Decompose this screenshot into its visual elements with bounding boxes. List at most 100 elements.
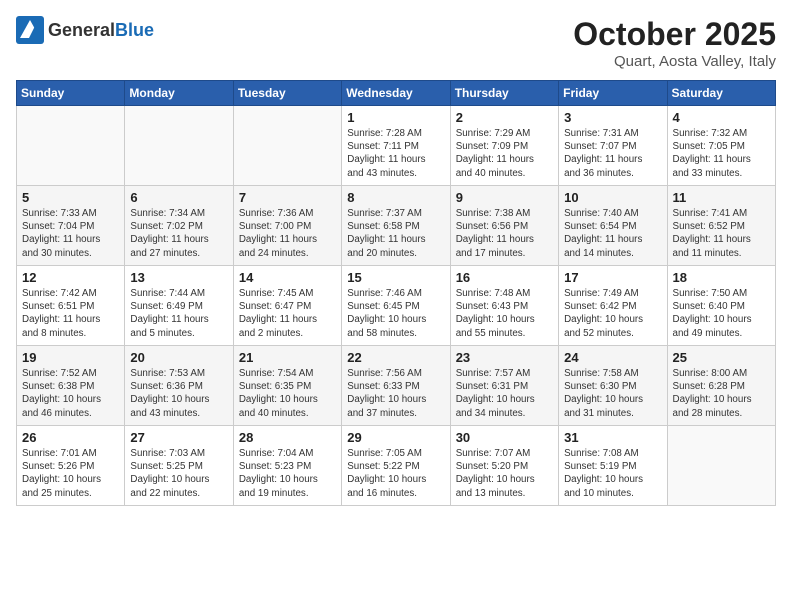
day-info: Sunrise: 7:45 AMSunset: 6:47 PMDaylight:…	[239, 287, 337, 340]
day-info: Sunrise: 7:31 AMSunset: 7:07 PMDaylight:…	[564, 127, 662, 180]
table-row: 10Sunrise: 7:40 AMSunset: 6:54 PMDayligh…	[559, 186, 667, 266]
day-number: 21	[239, 350, 337, 365]
table-row: 14 Sunrise: 7:45 AMSunset: 6:47 PMDayligh…	[233, 266, 341, 346]
table-row: 22 Sunrise: 7:56 AMSunset: 6:33 PMDayligh…	[342, 346, 450, 426]
day-info: Sunrise: 7:57 AMSunset: 6:31 PMDaylight:…	[456, 367, 554, 420]
day-number: 18	[673, 270, 771, 285]
day-info: Sunrise: 7:32 AMSunset: 7:05 PMDaylight:…	[673, 127, 771, 180]
table-row: 3Sunrise: 7:31 AMSunset: 7:07 PMDaylight…	[559, 106, 667, 186]
calendar-week-5: 26 Sunrise: 7:01 AMSunset: 5:26 PMDayligh…	[17, 426, 776, 506]
day-info: Sunrise: 7:44 AMSunset: 6:49 PMDaylight:…	[130, 287, 228, 340]
table-row: 17 Sunrise: 7:49 AMSunset: 6:42 PMDayligh…	[559, 266, 667, 346]
logo-icon	[16, 16, 44, 44]
day-info: Sunrise: 7:01 AMSunset: 5:26 PMDaylight:…	[22, 447, 120, 500]
day-info: Sunrise: 7:49 AMSunset: 6:42 PMDaylight:…	[564, 287, 662, 340]
calendar-week-3: 12Sunrise: 7:42 AMSunset: 6:51 PMDayligh…	[17, 266, 776, 346]
day-info: Sunrise: 7:05 AMSunset: 5:22 PMDaylight:…	[347, 447, 445, 500]
logo-text-general: General	[48, 20, 115, 40]
table-row: 9Sunrise: 7:38 AMSunset: 6:56 PMDaylight…	[450, 186, 558, 266]
day-info: Sunrise: 7:41 AMSunset: 6:52 PMDaylight:…	[673, 207, 771, 260]
title-block: October 2025 Quart, Aosta Valley, Italy	[573, 16, 776, 70]
header-saturday: Saturday	[667, 81, 775, 106]
day-info: Sunrise: 7:29 AMSunset: 7:09 PMDaylight:…	[456, 127, 554, 180]
day-number: 11	[673, 190, 771, 205]
header-sunday: Sunday	[17, 81, 125, 106]
table-row: 8 Sunrise: 7:37 AMSunset: 6:58 PMDaylight…	[342, 186, 450, 266]
day-info: Sunrise: 7:53 AMSunset: 6:36 PMDaylight:…	[130, 367, 228, 420]
table-row: 12Sunrise: 7:42 AMSunset: 6:51 PMDayligh…	[17, 266, 125, 346]
location-subtitle: Quart, Aosta Valley, Italy	[573, 53, 776, 70]
table-row	[667, 426, 775, 506]
table-row: 30 Sunrise: 7:07 AMSunset: 5:20 PMDayligh…	[450, 426, 558, 506]
day-number: 4	[673, 110, 771, 125]
day-number: 2	[456, 110, 554, 125]
table-row: 1 Sunrise: 7:28 AMSunset: 7:11 PMDaylight…	[342, 106, 450, 186]
day-number: 5	[22, 190, 120, 205]
header-wednesday: Wednesday	[342, 81, 450, 106]
day-number: 23	[456, 350, 554, 365]
table-row: 6Sunrise: 7:34 AMSunset: 7:02 PMDaylight…	[125, 186, 233, 266]
day-number: 8	[347, 190, 445, 205]
table-row: 25 Sunrise: 8:00 AMSunset: 6:28 PMDayligh…	[667, 346, 775, 426]
table-row: 27 Sunrise: 7:03 AMSunset: 5:25 PMDayligh…	[125, 426, 233, 506]
day-number: 29	[347, 430, 445, 445]
day-number: 27	[130, 430, 228, 445]
day-number: 22	[347, 350, 445, 365]
calendar-container: GeneralBlue October 2025 Quart, Aosta Va…	[0, 0, 792, 514]
day-number: 10	[564, 190, 662, 205]
table-row: 13 Sunrise: 7:44 AMSunset: 6:49 PMDayligh…	[125, 266, 233, 346]
day-info: Sunrise: 7:52 AMSunset: 6:38 PMDaylight:…	[22, 367, 120, 420]
logo: GeneralBlue	[16, 16, 154, 44]
day-number: 13	[130, 270, 228, 285]
table-row: 11 Sunrise: 7:41 AMSunset: 6:52 PMDayligh…	[667, 186, 775, 266]
day-info: Sunrise: 7:37 AMSunset: 6:58 PMDaylight:…	[347, 207, 445, 260]
table-row: 29 Sunrise: 7:05 AMSunset: 5:22 PMDayligh…	[342, 426, 450, 506]
table-row: 18 Sunrise: 7:50 AMSunset: 6:40 PMDayligh…	[667, 266, 775, 346]
day-number: 17	[564, 270, 662, 285]
table-row	[17, 106, 125, 186]
table-row: 7 Sunrise: 7:36 AMSunset: 7:00 PMDaylight…	[233, 186, 341, 266]
day-number: 30	[456, 430, 554, 445]
day-info: Sunrise: 7:28 AMSunset: 7:11 PMDaylight:…	[347, 127, 445, 180]
day-info: Sunrise: 7:07 AMSunset: 5:20 PMDaylight:…	[456, 447, 554, 500]
day-number: 25	[673, 350, 771, 365]
month-title: October 2025	[573, 16, 776, 53]
day-number: 1	[347, 110, 445, 125]
day-number: 6	[130, 190, 228, 205]
day-info: Sunrise: 7:46 AMSunset: 6:45 PMDaylight:…	[347, 287, 445, 340]
day-info: Sunrise: 7:50 AMSunset: 6:40 PMDaylight:…	[673, 287, 771, 340]
day-number: 24	[564, 350, 662, 365]
day-number: 31	[564, 430, 662, 445]
page-header: GeneralBlue October 2025 Quart, Aosta Va…	[16, 16, 776, 70]
table-row: 5Sunrise: 7:33 AMSunset: 7:04 PMDaylight…	[17, 186, 125, 266]
header-monday: Monday	[125, 81, 233, 106]
day-number: 14	[239, 270, 337, 285]
table-row: 4 Sunrise: 7:32 AMSunset: 7:05 PMDaylight…	[667, 106, 775, 186]
day-info: Sunrise: 7:36 AMSunset: 7:00 PMDaylight:…	[239, 207, 337, 260]
calendar-week-2: 5Sunrise: 7:33 AMSunset: 7:04 PMDaylight…	[17, 186, 776, 266]
day-info: Sunrise: 7:08 AMSunset: 5:19 PMDaylight:…	[564, 447, 662, 500]
day-info: Sunrise: 7:38 AMSunset: 6:56 PMDaylight:…	[456, 207, 554, 260]
header-tuesday: Tuesday	[233, 81, 341, 106]
day-info: Sunrise: 7:56 AMSunset: 6:33 PMDaylight:…	[347, 367, 445, 420]
calendar-week-4: 19Sunrise: 7:52 AMSunset: 6:38 PMDayligh…	[17, 346, 776, 426]
day-number: 15	[347, 270, 445, 285]
table-row: 24 Sunrise: 7:58 AMSunset: 6:30 PMDayligh…	[559, 346, 667, 426]
calendar-week-1: 1 Sunrise: 7:28 AMSunset: 7:11 PMDaylight…	[17, 106, 776, 186]
table-row: 31 Sunrise: 7:08 AMSunset: 5:19 PMDayligh…	[559, 426, 667, 506]
table-row: 28Sunrise: 7:04 AMSunset: 5:23 PMDayligh…	[233, 426, 341, 506]
day-number: 12	[22, 270, 120, 285]
day-info: Sunrise: 7:48 AMSunset: 6:43 PMDaylight:…	[456, 287, 554, 340]
logo-text-blue: Blue	[115, 20, 154, 40]
day-number: 7	[239, 190, 337, 205]
day-info: Sunrise: 7:58 AMSunset: 6:30 PMDaylight:…	[564, 367, 662, 420]
table-row	[125, 106, 233, 186]
day-number: 26	[22, 430, 120, 445]
table-row: 19Sunrise: 7:52 AMSunset: 6:38 PMDayligh…	[17, 346, 125, 426]
day-info: Sunrise: 7:54 AMSunset: 6:35 PMDaylight:…	[239, 367, 337, 420]
day-info: Sunrise: 7:03 AMSunset: 5:25 PMDaylight:…	[130, 447, 228, 500]
day-number: 20	[130, 350, 228, 365]
header-friday: Friday	[559, 81, 667, 106]
day-info: Sunrise: 8:00 AMSunset: 6:28 PMDaylight:…	[673, 367, 771, 420]
table-row: 23 Sunrise: 7:57 AMSunset: 6:31 PMDayligh…	[450, 346, 558, 426]
